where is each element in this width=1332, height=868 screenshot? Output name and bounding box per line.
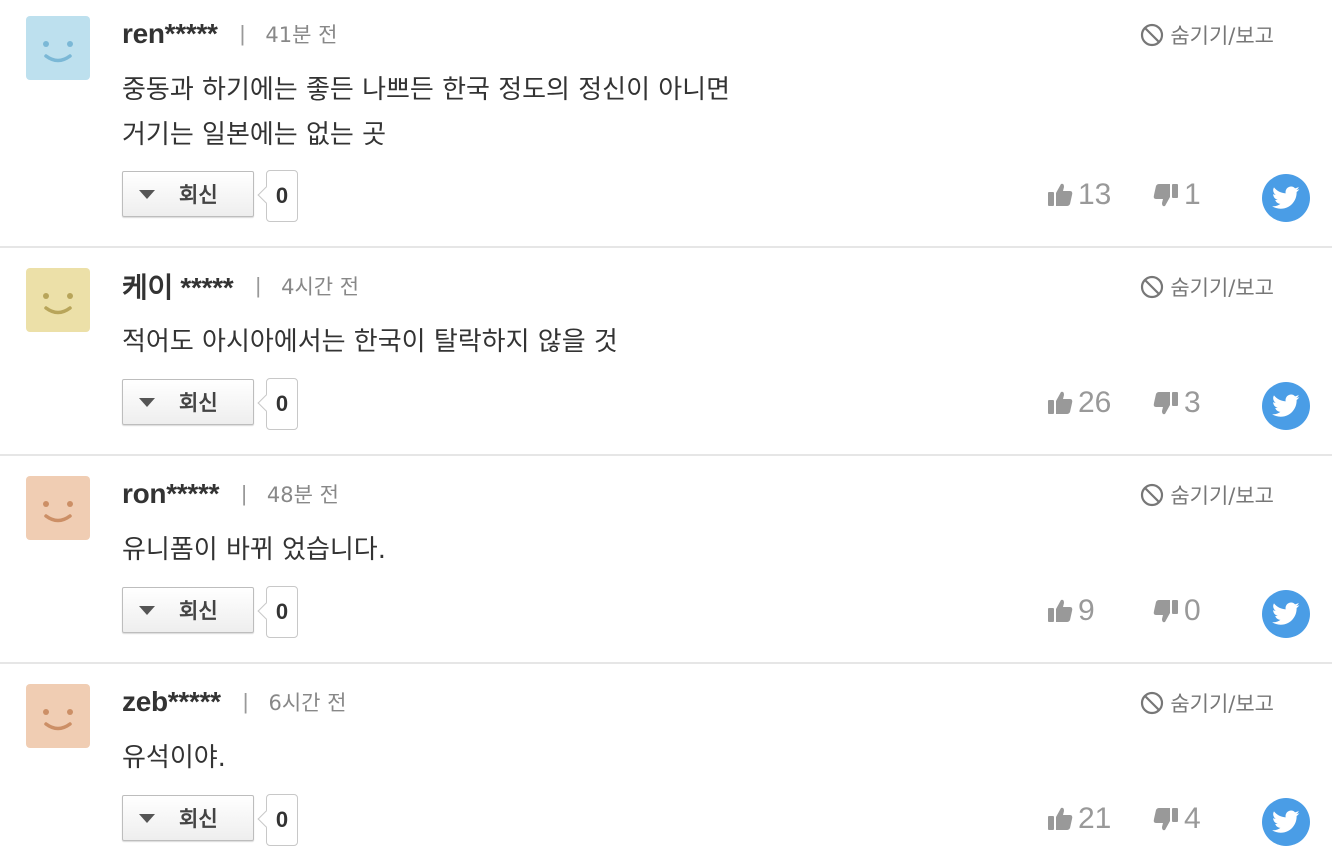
dislike-count: 0 [1184,594,1201,627]
like-count: 21 [1078,802,1112,835]
username[interactable]: zeb***** [122,686,221,718]
thumbs-down-icon [1153,600,1178,623]
avatar [26,476,90,540]
block-icon [1141,483,1164,507]
username[interactable]: ron***** [122,478,219,510]
comment-item: 케이 ***** | 4시간 전 숨기기/보고 적어도 아시아에서는 한국이 탈… [0,248,1332,456]
comment-body: 적어도 아시아에서는 한국이 탈락하지 않을 것 [122,320,1122,365]
hide-report-label: 숨기기/보고 [1170,276,1274,300]
timestamp: 6시간 전 [268,691,347,715]
caret-down-icon [139,397,155,407]
thumbs-up-icon [1048,599,1073,622]
dislike-button[interactable]: 4 [1152,802,1201,836]
hide-report-label: 숨기기/보고 [1170,484,1274,508]
comment-body: 유니폼이 바뀌 었습니다. [122,528,1122,573]
twitter-icon [1272,394,1300,417]
dislike-count: 3 [1184,386,1201,419]
reply-label: 회신 [179,391,218,415]
reply-count-badge: 0 [266,378,298,430]
reply-label: 회신 [179,599,218,623]
avatar [26,16,90,80]
thumbs-up-icon [1048,807,1073,830]
reply-button[interactable]: 회신 [122,171,254,217]
comment-meta: zeb***** | 6시간 전 [122,682,346,722]
reply-label: 회신 [179,183,218,207]
thumbs-up-icon [1048,183,1073,206]
like-button[interactable]: 13 [1046,178,1111,212]
comment-text-line: 적어도 아시아에서는 한국이 탈락하지 않을 것 [122,327,618,357]
reply-button[interactable]: 회신 [122,379,254,425]
hide-report-button[interactable]: 숨기기/보고 [1140,272,1274,302]
twitter-share-button[interactable] [1262,798,1310,846]
hide-report-label: 숨기기/보고 [1170,24,1274,48]
twitter-icon [1272,186,1300,209]
meta-separator: | [241,481,247,506]
comment-item: ren***** | 41분 전 숨기기/보고 중동과 하기에는 좋든 나쁘든 … [0,0,1332,248]
like-button[interactable]: 26 [1046,386,1111,420]
meta-separator: | [255,273,262,298]
hide-report-button[interactable]: 숨기기/보고 [1140,20,1274,50]
dislike-button[interactable]: 0 [1152,594,1201,628]
reply-count-badge: 0 [266,586,298,638]
block-icon [1141,23,1164,47]
timestamp: 48분 전 [266,483,339,507]
twitter-icon [1272,602,1300,625]
twitter-share-button[interactable] [1262,382,1310,430]
thumbs-down-icon [1153,392,1178,415]
caret-down-icon [139,605,155,615]
comment-text-line: 중동과 하기에는 좋든 나쁘든 한국 정도의 정신이 아니면 [122,75,731,105]
caret-down-icon [139,813,155,823]
twitter-share-button[interactable] [1262,590,1310,638]
block-icon [1141,691,1164,715]
avatar [26,268,90,332]
comment-body: 유석이야. [122,736,1122,781]
username[interactable]: ren***** [122,18,218,50]
reply-button[interactable]: 회신 [122,795,254,841]
reply-count-badge: 0 [266,170,298,222]
hide-report-label: 숨기기/보고 [1170,692,1274,716]
caret-down-icon [139,189,155,199]
meta-separator: | [239,21,246,46]
comment-text-line: 유니폼이 바뀌 었습니다. [122,535,386,565]
comment-text-line: 유석이야. [122,743,226,773]
comment-body: 중동과 하기에는 좋든 나쁘든 한국 정도의 정신이 아니면거기는 일본에는 없… [122,68,1122,158]
block-icon [1141,275,1164,299]
dislike-count: 4 [1184,802,1201,835]
comment-meta: 케이 ***** | 4시간 전 [122,266,359,306]
hide-report-button[interactable]: 숨기기/보고 [1140,480,1274,510]
twitter-share-button[interactable] [1262,174,1310,222]
thumbs-down-icon [1153,184,1178,207]
timestamp: 4시간 전 [281,275,360,299]
hide-report-button[interactable]: 숨기기/보고 [1140,688,1274,718]
comment-item: zeb***** | 6시간 전 숨기기/보고 유석이야. 회신 0 21 4 [0,664,1332,868]
comment-item: ron***** | 48분 전 숨기기/보고 유니폼이 바뀌 었습니다. 회신… [0,456,1332,664]
thumbs-up-icon [1048,391,1073,414]
comment-meta: ren***** | 41분 전 [122,14,337,54]
dislike-count: 1 [1184,178,1201,211]
comment-meta: ron***** | 48분 전 [122,474,339,514]
like-count: 13 [1078,178,1112,211]
timestamp: 41분 전 [265,23,338,47]
like-button[interactable]: 21 [1046,802,1111,836]
reply-button[interactable]: 회신 [122,587,254,633]
dislike-button[interactable]: 1 [1152,178,1201,212]
meta-separator: | [242,689,249,714]
reply-count-badge: 0 [266,794,298,846]
avatar [26,684,90,748]
dislike-button[interactable]: 3 [1152,386,1201,420]
comment-text-line: 거기는 일본에는 없는 곳 [122,120,386,150]
twitter-icon [1272,810,1300,833]
like-count: 9 [1078,594,1095,627]
reply-label: 회신 [179,807,218,831]
thumbs-down-icon [1153,808,1178,831]
like-button[interactable]: 9 [1046,594,1095,628]
like-count: 26 [1078,386,1112,419]
username[interactable]: 케이 ***** [122,266,234,306]
